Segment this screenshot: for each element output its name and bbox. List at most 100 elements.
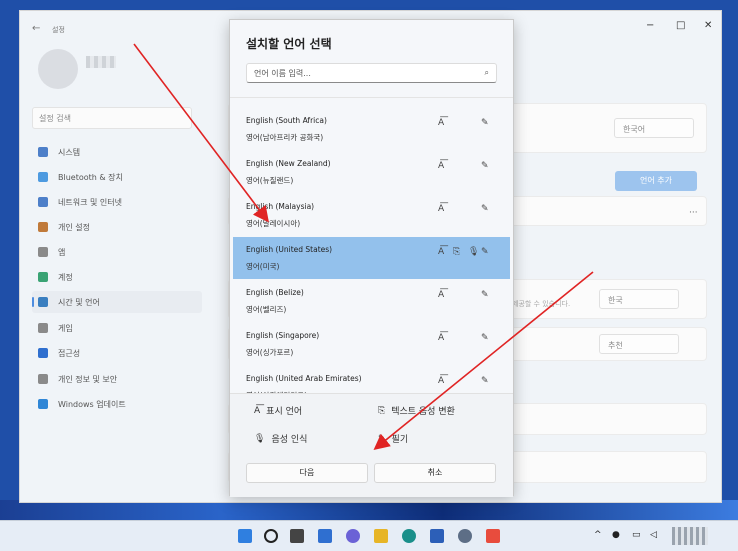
more-options-button[interactable]: ··· [689,208,698,218]
language-list[interactable]: English (South Africa) 영어(남아프리카 공화국) A͞ ✎ En… [230,97,513,393]
sidebar-item-label: 개인 정보 및 보안 [58,374,118,384]
language-name-ko: 영어(남아프리카 공화국) [246,133,324,142]
active-indicator [32,297,34,307]
sidebar-item-label: 접근성 [58,348,81,358]
display-language-icon: A͞ [438,161,445,171]
sidebar-item-label: 계정 [58,272,73,282]
display-language-select[interactable]: 한국어 [614,118,694,138]
display-language-icon: A͞ [254,405,261,416]
country-select[interactable]: 한국 [599,289,679,309]
search-icon[interactable] [264,529,278,543]
sidebar-item-6[interactable]: 시간 및 언어 [32,291,202,313]
language-row[interactable]: English (United Arab Emirates)영어(아랍에미리트)… [233,366,510,393]
language-name-en: English (Malaysia) [246,202,315,211]
sidebar-item-0[interactable]: 시스템 [32,141,202,163]
sidebar-item-icon [38,247,48,257]
language-row[interactable]: English (New Zealand) 영어(뉴질랜드) A͞ ✎ [233,151,510,193]
widgets-icon[interactable] [318,529,332,543]
legend-display-language-label: 표시 언어 [266,407,303,417]
format-select[interactable]: 추천 [599,334,679,354]
settings-icon[interactable] [458,529,472,543]
task-view-icon[interactable] [290,529,304,543]
sidebar-item-7[interactable]: 게임 [32,317,202,339]
language-search-placeholder: 언어 이름 입력... [254,69,311,78]
language-name-en: English (United Arab Emirates) [246,374,362,383]
sidebar-item-icon [38,272,48,282]
network-icon[interactable]: ▭ [632,530,641,540]
minimize-button[interactable]: − [646,20,654,31]
desktop-wallpaper [0,500,738,520]
sidebar-item-label: 앱 [58,247,66,257]
language-row[interactable]: English (Belize) 영어(벨리즈) A͞ ✎ [233,280,510,322]
dialog-title: 설치할 언어 선택 [246,37,332,51]
sidebar-item-icon [38,222,48,232]
sidebar-item-5[interactable]: 계정 [32,266,202,288]
sidebar-item-10[interactable]: Windows 업데이트 [32,393,202,415]
language-row[interactable]: English (Singapore) 영어(싱가포르) A͞ ✎ [233,323,510,365]
store-icon[interactable] [430,529,444,543]
volume-icon[interactable]: ◁ [650,530,657,540]
handwriting-icon: ✎ [481,247,489,257]
language-name-en: English (South Africa) [246,116,327,125]
sidebar-item-8[interactable]: 접근성 [32,342,202,364]
tray-app-icon[interactable]: ● [612,530,620,540]
chat-icon[interactable] [346,529,360,543]
legend-display-language: A͞ 표시 언어 [254,404,303,418]
sidebar-item-label: 시간 및 언어 [58,297,100,307]
sidebar-item-icon [38,197,48,207]
handwriting-icon: ✎ [481,204,489,214]
tray-chevron-icon[interactable]: ^ [594,530,602,540]
sidebar-item-label: 개인 설정 [58,222,90,232]
text-to-speech-icon: ⎘ [378,405,386,416]
text-to-speech-icon: ⎘ [453,247,461,257]
region-note: 제공할 수 있습니다. [512,300,571,308]
app-title: 설정 [52,26,65,34]
display-language-icon: A͞ [438,333,445,343]
legend-speech-recognition-label: 음성 인식 [271,435,308,445]
pinned-app-icon[interactable] [486,529,500,543]
sidebar-item-2[interactable]: 네트워크 및 인터넷 [32,191,202,213]
taskbar: ^ ● ▭ ◁ [0,520,738,551]
display-language-icon: A͞ [438,376,445,386]
sidebar-item-1[interactable]: Bluetooth & 장치 [32,166,202,188]
maximize-button[interactable]: □ [676,20,685,31]
language-row[interactable]: English (Malaysia) 영어(말레이시아) A͞ ✎ [233,194,510,236]
language-name-ko: 영어(벨리즈) [246,305,287,314]
sidebar-item-label: 네트워크 및 인터넷 [58,197,122,207]
legend-handwriting-label: 필기 [391,435,409,445]
sidebar-item-icon [38,147,48,157]
legend-speech-recognition: 🎙︎ 음성 인식 [254,432,308,446]
sidebar-item-4[interactable]: 앱 [32,241,202,263]
sidebar-item-icon [38,374,48,384]
add-language-button[interactable]: 언어 추가 [615,171,697,191]
display-language-icon: A͞ [438,118,445,128]
handwriting-icon: ✎ [481,376,489,386]
back-button[interactable]: ← [32,23,40,34]
legend-handwriting: ✎ 필기 [378,432,409,446]
handwriting-icon: ✎ [481,290,489,300]
close-button[interactable]: ✕ [704,20,712,31]
clock-blurred[interactable] [672,527,708,545]
start-icon[interactable] [238,529,252,543]
sidebar-item-label: 게임 [58,323,73,333]
language-name-en: English (Belize) [246,288,304,297]
cancel-button[interactable]: 취소 [374,463,496,483]
sidebar-item-3[interactable]: 개인 설정 [32,216,202,238]
language-dialog: 설치할 언어 선택 언어 이름 입력... ⌕ English (South A… [229,19,514,497]
edge-icon[interactable] [402,529,416,543]
handwriting-icon: ✎ [481,333,489,343]
sidebar-item-icon [38,172,48,182]
sidebar-item-label: Bluetooth & 장치 [58,172,123,182]
next-button[interactable]: 다음 [246,463,368,483]
language-row[interactable]: English (United States) 영어(미국) A͞ ⎘ 🎙︎ ✎ [233,237,510,279]
sidebar-item-9[interactable]: 개인 정보 및 보안 [32,368,202,390]
language-search-input[interactable]: 언어 이름 입력... ⌕ [246,63,497,83]
display-language-icon: A͞ [438,290,445,300]
language-name-en: English (United States) [246,245,333,254]
sidebar-item-label: Windows 업데이트 [58,399,126,409]
language-name-ko: 영어(말레이시아) [246,219,301,228]
sidebar-item-icon [38,297,48,307]
settings-search-input[interactable]: 설정 검색 [32,107,192,129]
file-explorer-icon[interactable] [374,529,388,543]
language-row[interactable]: English (South Africa) 영어(남아프리카 공화국) A͞ ✎ [233,108,510,150]
